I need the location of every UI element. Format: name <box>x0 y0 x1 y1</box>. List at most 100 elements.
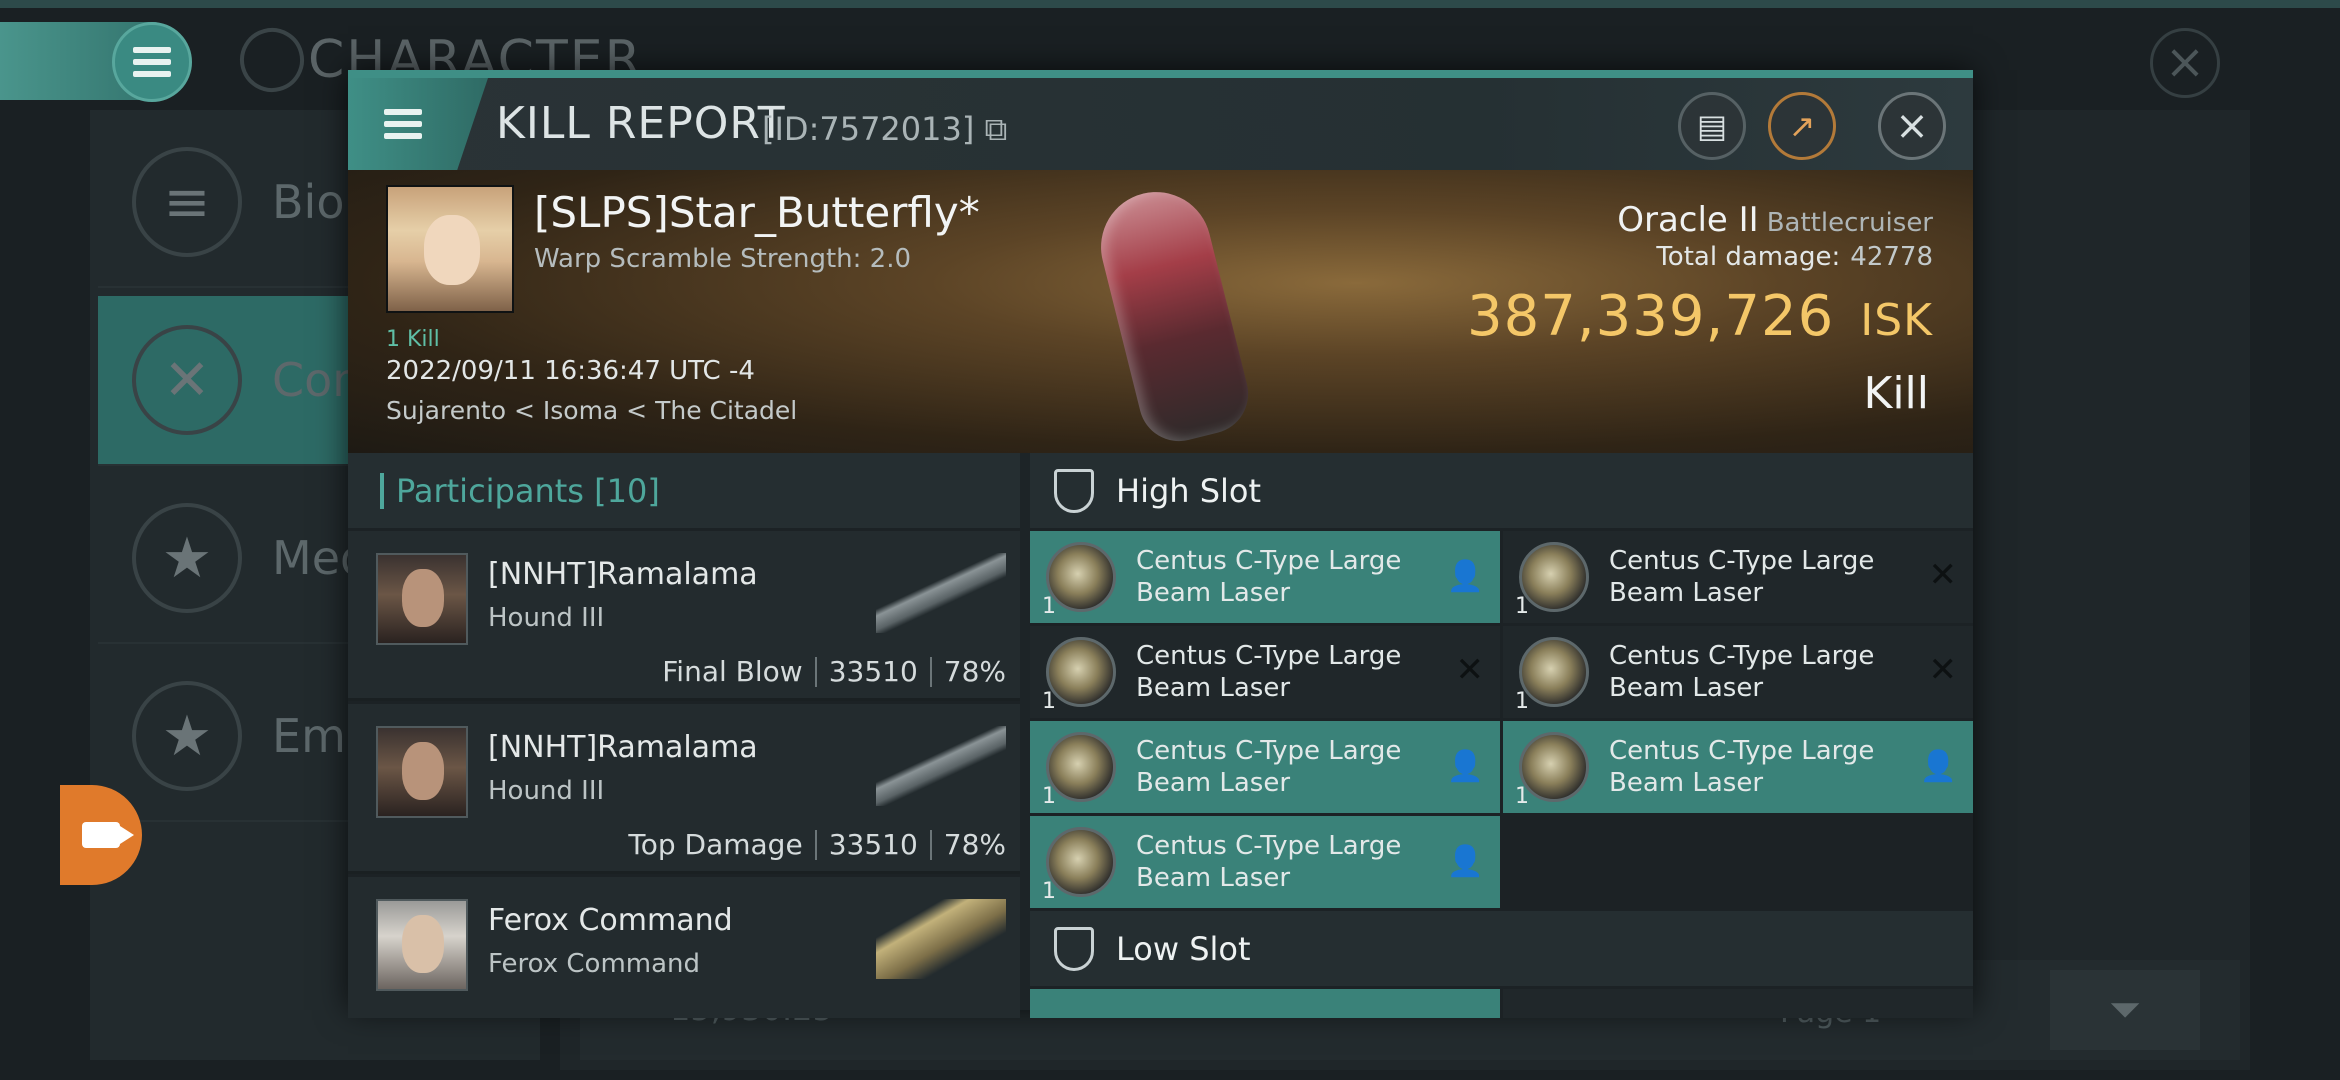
participant-ship: Hound III <box>488 603 605 633</box>
module-item[interactable]: 1 Centus C-Type Large Beam Laser 👤 <box>1503 721 1973 813</box>
high-slot-label: High Slot <box>1116 471 1262 510</box>
participant-stats: Final Blow 33510 78% <box>662 655 1006 688</box>
module-name-line1: Centus C-Type Large <box>1609 641 1875 671</box>
character-icon <box>228 16 316 104</box>
module-name: Centus C-Type Large Beam Laser <box>1609 545 1909 609</box>
module-name: Centus C-Type Large Beam Laser <box>1136 735 1436 799</box>
dropped-person-icon: 👤 <box>1446 559 1484 594</box>
module-quantity: 1 <box>1042 784 1056 809</box>
isk-value: 387,339,726 ISK <box>1467 284 1933 349</box>
high-slot-icon <box>1054 468 1094 513</box>
star-badge-icon: ★ <box>132 503 242 613</box>
module-item[interactable]: 1 Centus C-Type Large Beam Laser ✕ <box>1503 531 1973 623</box>
low-slot-label: Low Slot <box>1116 929 1251 968</box>
module-name-line1: Centus C-Type Large <box>1136 736 1402 766</box>
beam-laser-icon <box>1046 637 1116 707</box>
beam-laser-icon <box>1519 732 1589 802</box>
participant-ship: Hound III <box>488 776 605 806</box>
module-item[interactable]: 1 Centus C-Type Large Beam Laser 👤 <box>1030 721 1500 813</box>
module-quantity: 1 <box>1042 689 1056 714</box>
module-item[interactable] <box>1503 989 1973 1018</box>
filter-button[interactable]: ⏷ <box>2050 970 2200 1050</box>
victim-name[interactable]: [SLPS]Star_Butterfly* <box>534 188 980 237</box>
participant-percent: 78% <box>943 655 1006 688</box>
participant-percent: 78% <box>943 828 1006 861</box>
ship-class: Battlecruiser <box>1766 208 1933 238</box>
kill-summary-banner: [SLPS]Star_Butterfly* Warp Scramble Stre… <box>348 170 1973 453</box>
participant-name: [NNHT]Ramalama <box>488 557 758 592</box>
close-button[interactable]: × <box>1878 92 1946 160</box>
filter-icon: ⏷ <box>2109 987 2141 1033</box>
beam-laser-icon <box>1519 542 1589 612</box>
list-icon: ≡ <box>132 147 242 257</box>
module-item[interactable]: 1 Centus C-Type Large Beam Laser 👤 <box>1030 531 1500 623</box>
isk-unit: ISK <box>1860 295 1933 346</box>
victim-portrait[interactable] <box>386 185 514 313</box>
module-quantity: 1 <box>1515 594 1529 619</box>
close-icon: × <box>2164 34 2206 90</box>
victim-ship-render <box>1089 180 1257 450</box>
close-icon: × <box>1895 103 1929 149</box>
module-name-line2: Beam Laser <box>1609 768 1764 798</box>
dropped-person-icon: 👤 <box>1446 844 1484 879</box>
module-name: Centus C-Type Large Beam Laser <box>1136 640 1436 704</box>
share-icon: ↗ <box>1788 107 1816 145</box>
participant-portrait[interactable] <box>376 899 468 991</box>
module-item[interactable] <box>1030 989 1500 1018</box>
high-slot-header: High Slot <box>1030 453 1973 528</box>
module-item[interactable]: 1 Centus C-Type Large Beam Laser ✕ <box>1503 626 1973 718</box>
module-name-line2: Beam Laser <box>1136 673 1291 703</box>
participant-ship-image <box>876 726 1006 806</box>
participant-row[interactable]: [NNHT]Ramalama Hound III Top Damage 3351… <box>348 704 1020 874</box>
page-close-button[interactable]: × <box>2150 28 2220 98</box>
module-name-line2: Beam Laser <box>1609 578 1764 608</box>
module-quantity: 1 <box>1042 594 1056 619</box>
crossed-swords-icon: ✕ <box>132 325 242 435</box>
participant-ship: Ferox Command <box>488 949 701 979</box>
kill-count: 1 Kill <box>386 327 440 352</box>
participant-row[interactable]: Ferox Command Ferox Command <box>348 877 1020 1018</box>
report-type: Kill <box>1863 368 1929 419</box>
participants-panel: Participants [10] [NNHT]Ramalama Hound I… <box>348 453 1020 1018</box>
participant-damage: 33510 <box>828 655 918 688</box>
participant-row[interactable]: [NNHT]Ramalama Hound III Final Blow 3351… <box>348 531 1020 701</box>
participant-tag: Final Blow <box>662 655 803 688</box>
module-item[interactable]: 1 Centus C-Type Large Beam Laser ✕ <box>1030 626 1500 718</box>
kill-id-label: [ID:7572013] <box>762 110 975 148</box>
module-name: Centus C-Type Large Beam Laser <box>1136 830 1436 894</box>
participant-portrait[interactable] <box>376 553 468 645</box>
dropped-person-icon: 👤 <box>1919 749 1957 784</box>
ship-name: Oracle II <box>1617 200 1759 240</box>
module-item[interactable]: 1 Centus C-Type Large Beam Laser 👤 <box>1030 816 1500 908</box>
module-name-line1: Centus C-Type Large <box>1136 546 1402 576</box>
participants-header: Participants [10] <box>348 453 1020 528</box>
module-name-line1: Centus C-Type Large <box>1136 641 1402 671</box>
module-quantity: 1 <box>1515 784 1529 809</box>
copy-icon: ⧉ <box>984 110 1008 148</box>
clipboard-button[interactable]: ▤ <box>1678 92 1746 160</box>
dialog-title: KILL REPORT <box>496 98 786 149</box>
destroyed-x-icon: ✕ <box>1455 650 1485 690</box>
beam-laser-icon <box>1046 542 1116 612</box>
main-menu-button[interactable] <box>112 22 192 102</box>
low-slot-icon <box>1054 926 1094 971</box>
participant-tag: Top Damage <box>628 828 803 861</box>
participant-name: Ferox Command <box>488 903 733 938</box>
isk-amount: 387,339,726 <box>1466 284 1835 349</box>
participants-label: Participants [10] <box>396 471 660 510</box>
module-name-line2: Beam Laser <box>1609 673 1764 703</box>
total-damage-value: 42778 <box>1850 242 1933 272</box>
participant-name: [NNHT]Ramalama <box>488 730 758 765</box>
module-name-line2: Beam Laser <box>1136 768 1291 798</box>
dialog-menu-button[interactable] <box>348 78 488 170</box>
beam-laser-icon <box>1046 732 1116 802</box>
participant-ship-image <box>876 899 1006 979</box>
fitting-panel: High Slot 1 Centus C-Type Large Beam Las… <box>1030 453 1973 1018</box>
star-badge-icon: ★ <box>132 681 242 791</box>
share-button[interactable]: ↗ <box>1768 92 1836 160</box>
participant-ship-image <box>876 553 1006 633</box>
destroyed-x-icon: ✕ <box>1928 555 1958 595</box>
module-quantity: 1 <box>1042 879 1056 904</box>
kill-id-copy[interactable]: [ID:7572013] ⧉ <box>762 110 1007 149</box>
participant-portrait[interactable] <box>376 726 468 818</box>
